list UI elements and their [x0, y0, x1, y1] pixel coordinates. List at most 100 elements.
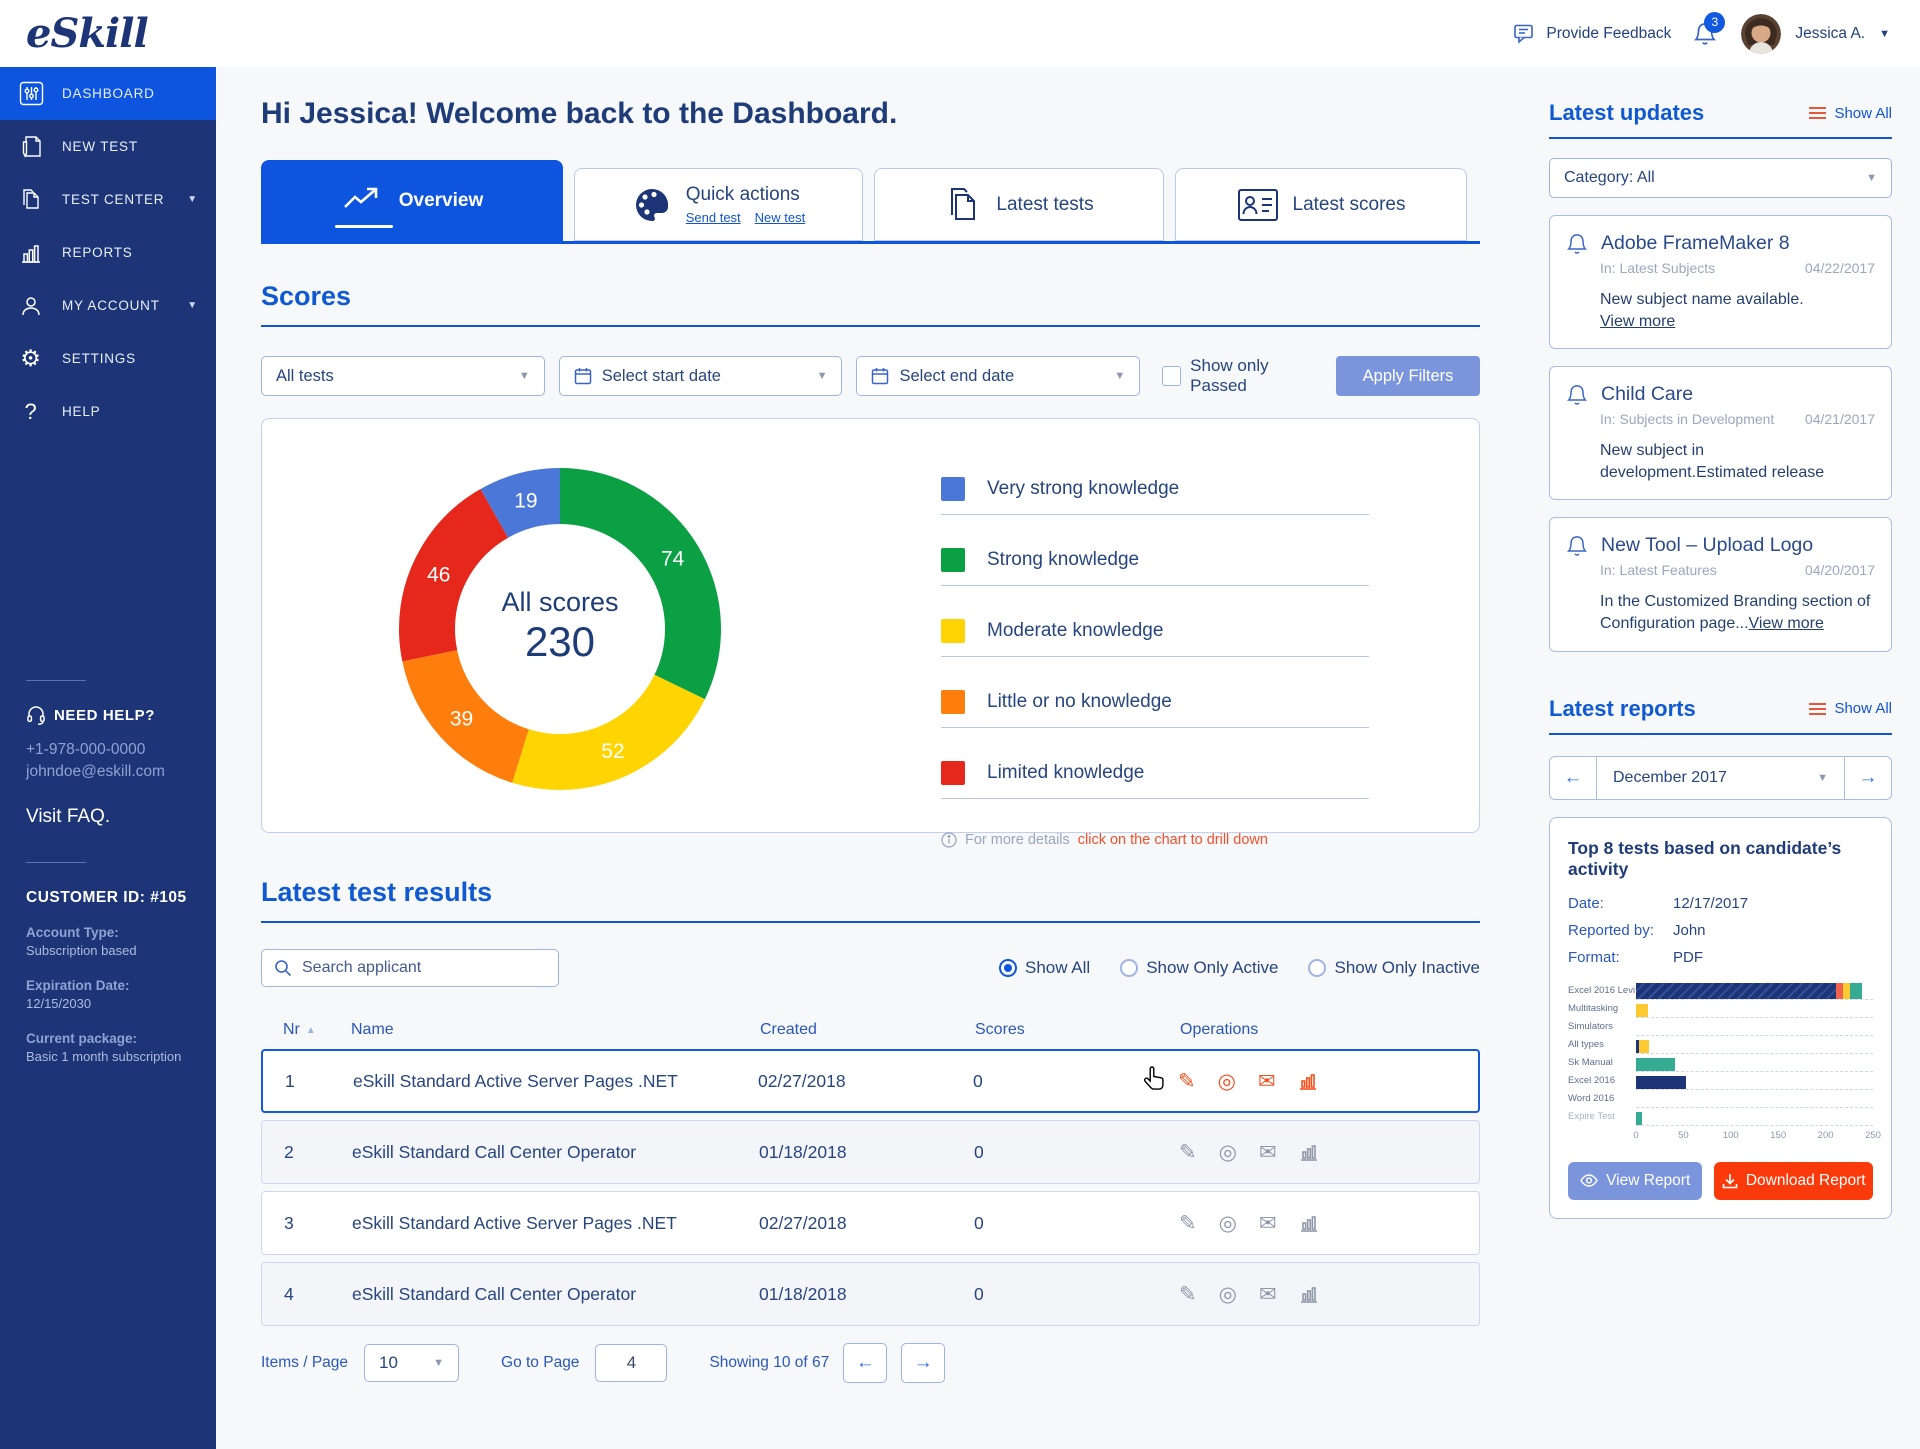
results-section-title: Latest test results: [261, 877, 493, 907]
email-envelope-icon[interactable]: ✉: [1258, 1071, 1276, 1092]
legend-label: Strong knowledge: [987, 549, 1140, 570]
prev-month-button[interactable]: ←: [1550, 757, 1596, 799]
goto-page-input[interactable]: [595, 1344, 668, 1382]
view-eye-icon[interactable]: ◎: [1219, 1142, 1237, 1163]
scores-donut-chart[interactable]: 74 52 39 46 19 All scores 230: [380, 449, 740, 809]
view-eye-icon[interactable]: ◎: [1219, 1284, 1237, 1305]
new-test-link[interactable]: New test: [755, 210, 806, 225]
bell-icon: [1566, 383, 1588, 407]
view-report-button[interactable]: View Report: [1568, 1161, 1703, 1200]
sidebar-item-dashboard[interactable]: DASHBOARD: [0, 67, 216, 120]
radio-show-all[interactable]: Show All: [999, 958, 1090, 978]
category-select[interactable]: Category: All ▼: [1549, 158, 1892, 198]
download-report-button[interactable]: Download Report: [1714, 1161, 1873, 1200]
edit-pencil-icon[interactable]: ✎: [1179, 1284, 1197, 1305]
report-by-label: Reported by:: [1568, 921, 1654, 939]
my-account-icon: [18, 293, 44, 319]
radio-button[interactable]: [1120, 959, 1139, 977]
tab-quick-actions[interactable]: Quick actions Send test New test: [574, 168, 863, 241]
items-per-page-select[interactable]: 10 ▼: [364, 1344, 460, 1382]
checkbox[interactable]: [1162, 366, 1182, 386]
table-row[interactable]: 2 eSkill Standard Call Center Operator 01/…: [261, 1120, 1480, 1184]
results-table-body: 1 eSkill Standard Active Server Pages .NE…: [261, 1049, 1480, 1326]
mini-chart-category-label: Expire Test: [1568, 1111, 1615, 1123]
bell-icon: [1566, 534, 1588, 558]
prev-page-button[interactable]: ←: [843, 1343, 888, 1383]
table-row[interactable]: 1 eSkill Standard Active Server Pages .NE…: [261, 1049, 1480, 1113]
user-menu-caret-icon[interactable]: ▼: [1879, 28, 1890, 40]
radio-show-only-active[interactable]: Show Only Active: [1120, 958, 1278, 978]
report-mini-bar-chart: Excel 2016 Levi Multitasking Simulators All…: [1568, 982, 1881, 1144]
view-more-link[interactable]: View more: [1749, 615, 1824, 632]
updates-show-all-button[interactable]: Show All: [1809, 105, 1892, 122]
view-eye-icon[interactable]: ◎: [1218, 1071, 1236, 1092]
customer-id: CUSTOMER ID: #105: [26, 888, 187, 906]
chevron-down-icon: ▼: [187, 300, 198, 311]
show-only-passed-label: Show only Passed: [1190, 356, 1269, 395]
sidebar-item-settings[interactable]: ⚙ SETTINGS: [0, 332, 216, 385]
update-cards: Adobe FrameMaker 8 In: Latest Subjects 04/…: [1549, 215, 1892, 652]
radio-label: Show Only Active: [1146, 958, 1279, 977]
tab-latest-scores[interactable]: Latest scores: [1175, 168, 1467, 241]
provide-feedback-button[interactable]: Provide Feedback: [1514, 24, 1671, 44]
edit-pencil-icon[interactable]: ✎: [1179, 1142, 1197, 1163]
edit-pencil-icon[interactable]: ✎: [1179, 1213, 1197, 1234]
tab-overview[interactable]: Overview: [261, 160, 563, 241]
view-eye-icon[interactable]: ◎: [1219, 1213, 1237, 1234]
mini-chart-bar-segment: [1836, 982, 1844, 999]
stats-chart-icon[interactable]: [1298, 1071, 1318, 1091]
radio-button[interactable]: [999, 959, 1017, 977]
expiration-label: Expiration Date:: [26, 977, 130, 993]
update-title: Adobe FrameMaker 8: [1601, 232, 1790, 254]
table-row[interactable]: 4 eSkill Standard Call Center Operator 01/…: [261, 1262, 1480, 1326]
tests-filter-select[interactable]: All tests ▼: [261, 356, 545, 396]
end-date-select[interactable]: Select end date ▼: [856, 356, 1141, 396]
row-nr: 1: [285, 1070, 295, 1091]
month-select[interactable]: December 2017 ▼: [1596, 756, 1845, 799]
chevron-down-icon: ▼: [1817, 771, 1828, 784]
search-applicant-box[interactable]: [261, 949, 559, 987]
calendar-icon: [574, 367, 592, 385]
col-header-scores[interactable]: Scores: [975, 1021, 1180, 1039]
stats-chart-icon[interactable]: [1299, 1142, 1319, 1162]
tab-latest-tests[interactable]: Latest tests: [874, 168, 1164, 241]
avatar[interactable]: [1741, 13, 1782, 54]
sidebar-item-my-account[interactable]: MY ACCOUNT ▼: [0, 279, 216, 332]
scores-chart-card: 74 52 39 46 19 All scores 230 Very strong kn…: [261, 418, 1480, 848]
stats-chart-icon[interactable]: [1299, 1284, 1319, 1304]
reports-show-all-button[interactable]: Show All: [1809, 700, 1892, 717]
tab-active-underline: [335, 225, 393, 228]
update-body: New subject in development.Estimated rel…: [1600, 442, 1825, 481]
email-envelope-icon[interactable]: ✉: [1259, 1213, 1277, 1234]
sidebar-item-help[interactable]: ? HELP: [0, 385, 216, 438]
edit-pencil-icon[interactable]: ✎: [1178, 1071, 1196, 1092]
send-test-link[interactable]: Send test: [686, 210, 741, 225]
radio-show-only-inactive[interactable]: Show Only Inactive: [1308, 958, 1480, 978]
apply-filters-button[interactable]: Apply Filters: [1336, 356, 1480, 396]
search-input[interactable]: [302, 959, 546, 977]
section-divider: [261, 325, 1480, 327]
show-only-passed-checkbox[interactable]: Show only Passed: [1162, 356, 1322, 396]
drill-down-link[interactable]: click on the chart to drill down: [1078, 832, 1268, 848]
sidebar-item-test-center[interactable]: TEST CENTER ▼: [0, 173, 216, 226]
col-header-nr[interactable]: Nr: [283, 1021, 300, 1039]
notifications-button[interactable]: 3: [1693, 11, 1726, 47]
sort-asc-icon[interactable]: ▲: [306, 1025, 316, 1036]
email-envelope-icon[interactable]: ✉: [1259, 1284, 1277, 1305]
sidebar-item-new-test[interactable]: NEW TEST: [0, 120, 216, 173]
row-test-name: eSkill Standard Active Server Pages .NET: [352, 1212, 677, 1233]
sidebar-item-reports[interactable]: REPORTS: [0, 226, 216, 279]
radio-button[interactable]: [1308, 959, 1327, 977]
email-envelope-icon[interactable]: ✉: [1259, 1142, 1277, 1163]
start-date-select[interactable]: Select start date ▼: [558, 356, 843, 396]
next-page-button[interactable]: →: [901, 1343, 946, 1383]
col-header-name[interactable]: Name: [351, 1021, 760, 1039]
reports-icon: [18, 240, 44, 266]
chart-note-text: For more details: [965, 832, 1070, 848]
visit-faq-link[interactable]: Visit FAQ.: [26, 806, 196, 828]
stats-chart-icon[interactable]: [1299, 1213, 1319, 1233]
next-month-button[interactable]: →: [1845, 757, 1891, 799]
col-header-created[interactable]: Created: [760, 1021, 975, 1039]
table-row[interactable]: 3 eSkill Standard Active Server Pages .NE…: [261, 1191, 1480, 1255]
view-more-link[interactable]: View more: [1600, 313, 1675, 330]
